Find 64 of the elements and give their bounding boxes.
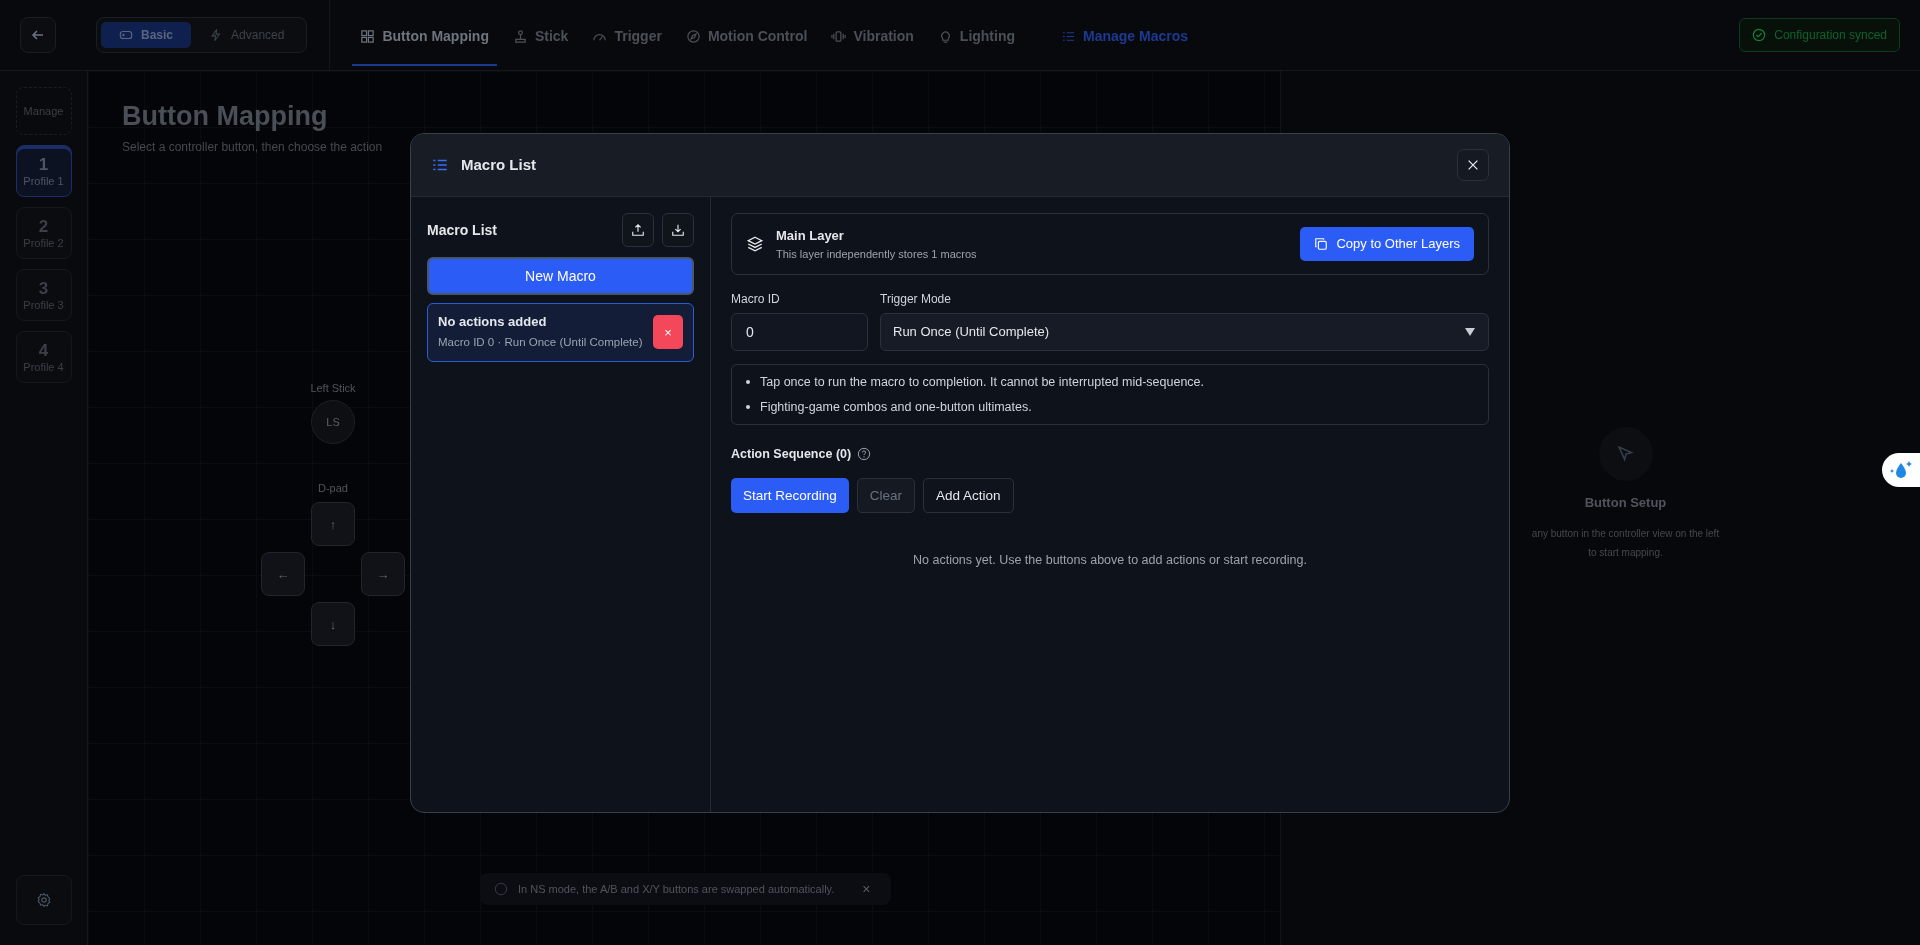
mode-tab[interactable]: Advanced	[191, 22, 303, 48]
close-button[interactable]: ×	[856, 880, 877, 898]
download-icon	[671, 222, 685, 237]
dialog-title: Macro List	[461, 156, 537, 173]
export-button[interactable]	[622, 212, 654, 247]
settings-icon	[35, 892, 52, 908]
dpad-down-button[interactable]: ↓	[311, 602, 355, 646]
grid-icon	[360, 28, 376, 44]
layer-title: Main Layer	[776, 227, 845, 243]
nav-tab[interactable]: Manage Macros	[1053, 4, 1197, 66]
copy-icon	[1314, 236, 1329, 251]
macro-meta: Macro ID 0 · Run Once (Until Complete)	[438, 334, 643, 350]
upload-icon	[631, 222, 645, 237]
left-stick-label: Left Stick	[310, 382, 356, 394]
empty-state-text: No actions yet. Use the buttons above to add actions or start recording.	[912, 552, 1308, 567]
dpad-left-button[interactable]: ←	[261, 552, 305, 596]
import-button[interactable]	[662, 212, 694, 247]
lightning-icon	[209, 28, 224, 42]
nav-tab[interactable]: Button Mapping	[352, 4, 497, 66]
hint-text: Fighting-game combos and one-button ultimates.	[760, 399, 1032, 414]
dpad-up-button[interactable]: ↑	[311, 502, 355, 546]
list-title: Macro List	[427, 221, 498, 238]
close-button[interactable]	[1457, 148, 1489, 181]
macro-id-field[interactable]: 0	[731, 312, 868, 351]
profile-button[interactable]: 1 Profile 1	[15, 145, 72, 197]
left-stick-button[interactable]: LS	[311, 400, 355, 444]
page-title: Button Mapping	[122, 101, 329, 132]
compass-icon	[685, 28, 701, 44]
layer-description: This layer independently stores 1 macros	[776, 247, 978, 260]
mode-tab[interactable]: Basic	[101, 22, 192, 48]
notice-text: In NS mode, the A/B and X/Y buttons are swapped automatically.	[518, 883, 835, 895]
manage-button[interactable]: Manage	[15, 87, 72, 135]
sync-status-badge: Configuration synced	[1739, 18, 1900, 52]
setup-title: Button Setup	[1584, 495, 1667, 510]
nav-tab[interactable]: Vibration	[823, 4, 922, 66]
trigger-mode-dropdown[interactable]: Run Once (Until Complete)	[880, 312, 1489, 351]
layers-icon	[746, 234, 764, 253]
bullet-icon	[746, 404, 750, 409]
nav-tab[interactable]: Lighting	[929, 4, 1024, 66]
info-icon	[494, 882, 508, 896]
action-button[interactable]: Start Recording	[731, 477, 849, 513]
macro-list-item[interactable]: No actions added Macro ID 0 · Run Once (Until Complete) ×	[427, 302, 694, 362]
new-macro-button[interactable]: New Macro	[427, 256, 694, 295]
help-icon	[857, 446, 872, 461]
bullet-icon	[746, 379, 750, 384]
dpad-right-button[interactable]: →	[361, 552, 405, 596]
nav-tab[interactable]: Motion Control	[677, 4, 816, 66]
nav-tab[interactable]: Trigger	[584, 4, 670, 66]
field-label: Trigger Mode	[880, 291, 952, 306]
joystick-icon	[512, 28, 528, 44]
copy-button[interactable]: Copy to Other Layers	[1300, 226, 1474, 261]
nav-tab[interactable]: Stick	[504, 4, 577, 66]
vibration-icon	[831, 28, 847, 44]
section-title: Action Sequence (0)	[731, 446, 852, 461]
macro-title: No actions added	[438, 313, 548, 329]
action-button[interactable]: Add Action	[923, 477, 1014, 513]
caret-icon	[1464, 326, 1476, 337]
gamepad-icon	[119, 28, 133, 42]
page-subtitle: Select a controller button, then choose the action	[122, 140, 384, 154]
floating-widget-button[interactable]	[1882, 453, 1920, 487]
field-label: Macro ID	[731, 291, 781, 306]
hint-text: Tap once to run the macro to completion. It cannot be interrupted mid-sequence.	[760, 374, 1204, 389]
dpad-label: D-pad	[318, 482, 348, 494]
delete-button[interactable]: ×	[653, 315, 683, 349]
